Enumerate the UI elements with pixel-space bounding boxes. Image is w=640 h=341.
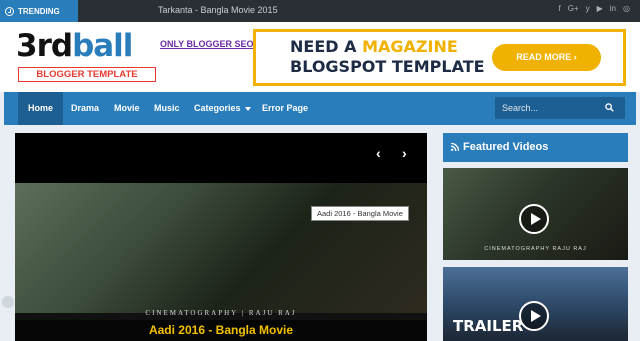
- instagram-icon[interactable]: ◎: [623, 4, 630, 13]
- video-thumbnail-2[interactable]: TRAILER: [443, 267, 628, 341]
- banner-headline-1: NEED A MAGAZINE: [290, 37, 458, 56]
- nav-item-movie[interactable]: Movie: [114, 92, 140, 125]
- logo-wordmark-dark: 3rd: [16, 28, 73, 64]
- slide-credit-text: CINEMATOGRAPHY | RAJU RAJ: [145, 309, 297, 317]
- video-thumbnail-1[interactable]: CINEMATOGRAPHY RAJU RAJ: [443, 168, 628, 260]
- slide-title-link[interactable]: Aadi 2016 - Bangla Movie: [15, 320, 427, 341]
- rss-icon: [451, 143, 459, 151]
- main-nav: Home Drama Movie Music Categories Error …: [4, 92, 636, 125]
- seo-link[interactable]: ONLY BLOGGER SEO: [160, 39, 254, 49]
- google-plus-icon[interactable]: G+: [568, 4, 579, 13]
- video-credit-text: CINEMATOGRAPHY RAJU RAJ: [484, 246, 587, 252]
- search-input[interactable]: [495, 97, 595, 119]
- search-icon[interactable]: [605, 103, 614, 112]
- featured-videos-heading: Featured Videos: [443, 133, 628, 162]
- chevron-down-icon: [244, 106, 251, 111]
- nav-item-home[interactable]: Home: [18, 92, 64, 125]
- logo-wordmark: 3rdball: [16, 27, 158, 65]
- nav-item-error-page[interactable]: Error Page: [262, 92, 308, 125]
- trending-label-text: TRENDING: [18, 6, 60, 16]
- floating-button-icon[interactable]: [2, 296, 14, 308]
- slide-image[interactable]: [15, 183, 427, 313]
- twitter-icon[interactable]: y: [586, 4, 590, 13]
- logo-wordmark-blue: ball: [72, 28, 133, 64]
- trailer-label: TRAILER: [453, 317, 524, 335]
- trending-label: TRENDING: [0, 0, 78, 22]
- ad-banner[interactable]: NEED A MAGAZINE BLOGSPOT TEMPLATE READ M…: [253, 29, 626, 86]
- linkedin-icon[interactable]: in: [610, 4, 616, 13]
- site-header: 3rdball BLOGGER TEMPLATE ONLY BLOGGER SE…: [0, 22, 640, 92]
- slider-prev-button[interactable]: ‹: [376, 145, 381, 161]
- banner-highlight: MAGAZINE: [362, 37, 458, 56]
- banner-headline-2: BLOGSPOT TEMPLATE: [290, 57, 485, 76]
- slider-next-button[interactable]: ›: [402, 145, 407, 161]
- search-box: [495, 97, 625, 119]
- slide-tooltip: Aadi 2016 - Bangla Movie: [311, 206, 409, 221]
- youtube-icon[interactable]: ▶: [597, 4, 603, 13]
- play-icon[interactable]: [519, 301, 549, 331]
- facebook-icon[interactable]: f: [558, 4, 560, 13]
- featured-videos-title: Featured Videos: [463, 141, 549, 153]
- logo-tagline: BLOGGER TEMPLATE: [18, 67, 156, 82]
- nav-item-categories[interactable]: Categories: [194, 92, 251, 125]
- trending-headline-link[interactable]: Tarkanta - Bangla Movie 2015: [158, 5, 278, 15]
- read-more-button[interactable]: READ MORE ›: [492, 44, 601, 71]
- play-icon[interactable]: [519, 204, 549, 234]
- site-logo[interactable]: 3rdball BLOGGER TEMPLATE: [16, 27, 158, 87]
- top-bar: TRENDING Tarkanta - Bangla Movie 2015 f …: [0, 0, 640, 22]
- trending-icon: [5, 6, 14, 16]
- social-links: f G+ y ▶ in ◎: [558, 4, 630, 13]
- nav-item-categories-label: Categories: [194, 103, 241, 113]
- banner-headline-text: NEED A: [290, 37, 363, 56]
- nav-item-music[interactable]: Music: [154, 92, 180, 125]
- nav-item-drama[interactable]: Drama: [71, 92, 99, 125]
- featured-slider[interactable]: ‹ › Aadi 2016 - Bangla Movie CINEMATOGRA…: [15, 133, 427, 341]
- slider-top-band: [15, 133, 427, 183]
